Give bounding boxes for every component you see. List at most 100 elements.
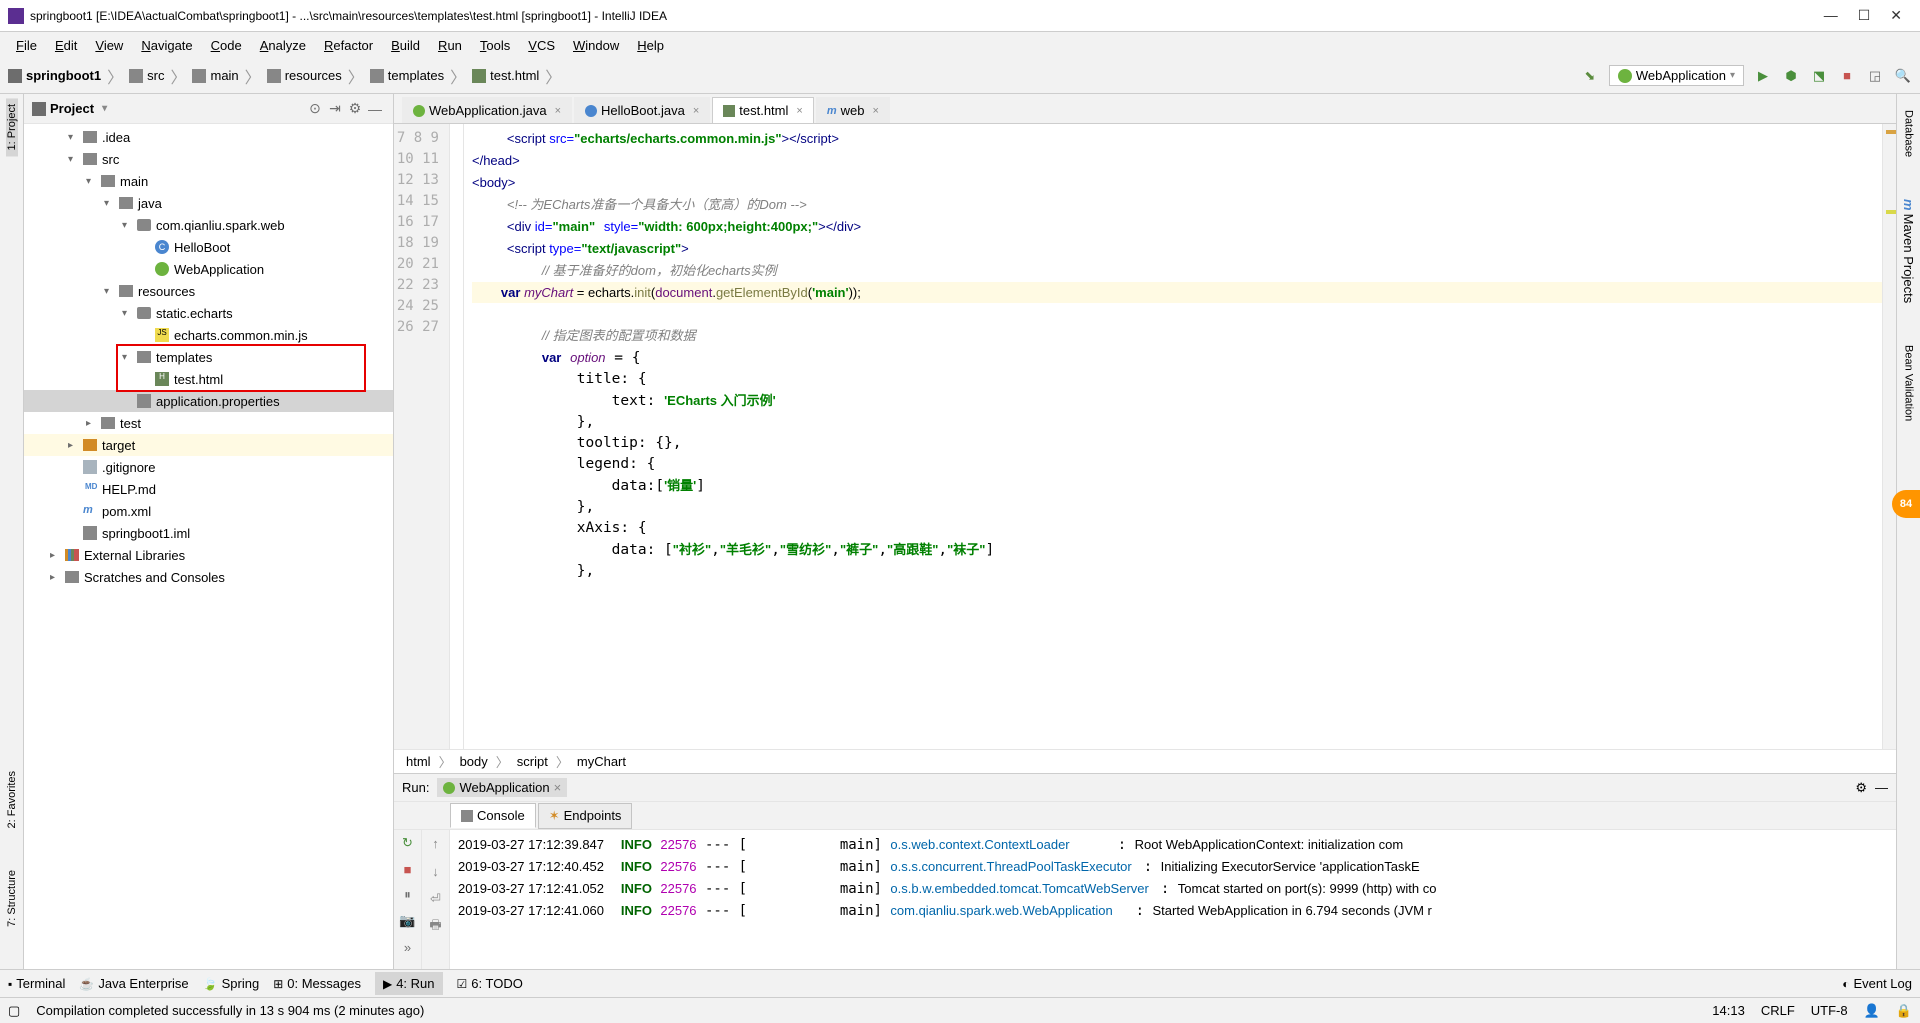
endpoints-tab[interactable]: ✶Endpoints bbox=[538, 803, 633, 829]
inspection-icon[interactable]: 👤 bbox=[1864, 1003, 1880, 1019]
dump-icon[interactable]: 📷 bbox=[399, 912, 417, 930]
scroll-to-source-icon[interactable]: ⊙ bbox=[305, 100, 325, 117]
tree-item[interactable]: application.properties bbox=[24, 390, 393, 412]
breadcrumb-item[interactable]: test.html bbox=[472, 68, 539, 83]
line-ending[interactable]: CRLF bbox=[1761, 1003, 1795, 1018]
close-tab-icon[interactable]: × bbox=[868, 105, 878, 117]
fold-gutter[interactable] bbox=[450, 124, 464, 749]
tree-item[interactable]: ▾resources bbox=[24, 280, 393, 302]
up-icon[interactable]: ↑ bbox=[427, 834, 445, 852]
tab-structure[interactable]: 7: Structure bbox=[6, 864, 18, 933]
maximize-button[interactable]: ☐ bbox=[1858, 7, 1871, 24]
breadcrumb-item[interactable]: src bbox=[129, 68, 164, 83]
menu-analyze[interactable]: Analyze bbox=[252, 36, 314, 55]
tree-item[interactable]: mpom.xml bbox=[24, 500, 393, 522]
coverage-button[interactable]: ⬔ bbox=[1810, 67, 1828, 85]
tree-item[interactable]: ▾java bbox=[24, 192, 393, 214]
run-button[interactable]: ▶ bbox=[1754, 67, 1772, 85]
run-config-tab[interactable]: WebApplication × bbox=[437, 778, 567, 797]
stop-button[interactable]: ■ bbox=[1838, 67, 1856, 85]
editor-tab[interactable]: test.html× bbox=[712, 97, 814, 123]
console-tab[interactable]: Console bbox=[450, 803, 536, 828]
run-hide-icon[interactable]: — bbox=[1875, 780, 1888, 795]
rerun-icon[interactable]: ↻ bbox=[399, 834, 417, 852]
promo-badge[interactable]: 84 bbox=[1892, 490, 1920, 518]
editor-marker-bar[interactable] bbox=[1882, 124, 1896, 749]
tree-item[interactable]: ▸Scratches and Consoles bbox=[24, 566, 393, 588]
tree-item[interactable]: ▸test bbox=[24, 412, 393, 434]
more-icon[interactable]: » bbox=[399, 938, 417, 956]
todo-tab[interactable]: ☑ 6: TODO bbox=[457, 976, 523, 991]
editor-crumb[interactable]: script bbox=[517, 754, 548, 769]
java-ee-tab[interactable]: ☕ Java Enterprise bbox=[79, 976, 188, 991]
menu-view[interactable]: View bbox=[87, 36, 131, 55]
code-editor[interactable]: <script src="echarts/echarts.common.min.… bbox=[464, 124, 1882, 749]
run-tab[interactable]: ▶ 4: Run bbox=[375, 972, 443, 995]
breadcrumb-item[interactable]: main bbox=[192, 68, 238, 83]
minimize-button[interactable]: ― bbox=[1824, 7, 1838, 24]
close-tab-icon[interactable]: × bbox=[689, 105, 699, 117]
close-tab-icon[interactable]: × bbox=[792, 105, 802, 117]
vcs-icon[interactable]: ◲ bbox=[1866, 67, 1884, 85]
tree-item[interactable]: ▾com.qianliu.spark.web bbox=[24, 214, 393, 236]
spring-tab[interactable]: 🍃 Spring bbox=[203, 976, 260, 991]
editor-crumb[interactable]: myChart bbox=[577, 754, 626, 769]
menu-tools[interactable]: Tools bbox=[472, 36, 518, 55]
editor-crumb[interactable]: body bbox=[460, 754, 488, 769]
down-icon[interactable]: ↓ bbox=[427, 862, 445, 880]
tree-item[interactable]: ▾.idea bbox=[24, 126, 393, 148]
menu-run[interactable]: Run bbox=[430, 36, 470, 55]
tree-item[interactable]: springboot1.iml bbox=[24, 522, 393, 544]
tree-item[interactable]: ▾src bbox=[24, 148, 393, 170]
terminal-tab[interactable]: ▪ Terminal bbox=[8, 976, 65, 991]
print-icon[interactable]: 🖶 bbox=[427, 918, 445, 936]
project-panel-title[interactable]: Project bbox=[32, 101, 107, 116]
build-icon[interactable]: ⬊ bbox=[1581, 67, 1599, 85]
menu-window[interactable]: Window bbox=[565, 36, 627, 55]
tree-item[interactable]: ▾templates bbox=[24, 346, 393, 368]
messages-tab[interactable]: ⊞ 0: Messages bbox=[273, 976, 361, 991]
tree-item[interactable]: MDHELP.md bbox=[24, 478, 393, 500]
lock-icon[interactable]: 🔒 bbox=[1896, 1003, 1912, 1019]
tree-item[interactable]: ▸External Libraries bbox=[24, 544, 393, 566]
menu-build[interactable]: Build bbox=[383, 36, 428, 55]
menu-code[interactable]: Code bbox=[203, 36, 250, 55]
debug-button[interactable]: ⬢ bbox=[1782, 67, 1800, 85]
wrap-icon[interactable]: ⏎ bbox=[427, 890, 445, 908]
search-icon[interactable]: 🔍 bbox=[1894, 67, 1912, 85]
tab-favorites[interactable]: 2: Favorites bbox=[6, 765, 18, 834]
breadcrumb-item[interactable]: resources bbox=[267, 68, 342, 83]
editor-tab[interactable]: WebApplication.java× bbox=[402, 97, 572, 123]
tree-item[interactable]: ▸target bbox=[24, 434, 393, 456]
run-config-selector[interactable]: WebApplication ▾ bbox=[1609, 65, 1744, 86]
menu-navigate[interactable]: Navigate bbox=[133, 36, 200, 55]
tree-item[interactable]: WebApplication bbox=[24, 258, 393, 280]
tab-bean-validation[interactable]: Bean Validation bbox=[1903, 339, 1915, 427]
close-button[interactable]: ✕ bbox=[1890, 7, 1902, 24]
tree-item[interactable]: ▾static.echarts bbox=[24, 302, 393, 324]
editor-tab[interactable]: mweb× bbox=[816, 97, 890, 123]
tab-maven[interactable]: m Maven Projects bbox=[1901, 193, 1916, 309]
collapse-all-icon[interactable]: ⇥ bbox=[325, 100, 345, 117]
stop-icon[interactable]: ■ bbox=[399, 860, 417, 878]
caret-position[interactable]: 14:13 bbox=[1712, 1003, 1745, 1018]
event-log-tab[interactable]: ◐ Event Log bbox=[1842, 976, 1912, 991]
menu-edit[interactable]: Edit bbox=[47, 36, 85, 55]
editor-breadcrumbs[interactable]: html〉body〉script〉myChart bbox=[394, 749, 1896, 773]
tree-item[interactable]: JSecharts.common.min.js bbox=[24, 324, 393, 346]
tree-item[interactable]: .gitignore bbox=[24, 456, 393, 478]
close-tab-icon[interactable]: × bbox=[551, 105, 561, 117]
tab-project[interactable]: 1: Project bbox=[6, 98, 18, 156]
menu-refactor[interactable]: Refactor bbox=[316, 36, 381, 55]
console-output[interactable]: 2019-03-27 17:12:39.847 INFO 22576 --- [… bbox=[450, 830, 1896, 969]
editor-tab[interactable]: HelloBoot.java× bbox=[574, 97, 710, 123]
file-encoding[interactable]: UTF-8 bbox=[1811, 1003, 1848, 1018]
tree-item[interactable]: ▾main bbox=[24, 170, 393, 192]
tab-database[interactable]: Database bbox=[1903, 104, 1915, 163]
editor-crumb[interactable]: html bbox=[406, 754, 431, 769]
tree-item[interactable]: CHelloBoot bbox=[24, 236, 393, 258]
menu-help[interactable]: Help bbox=[629, 36, 672, 55]
breadcrumb-item[interactable]: springboot1 bbox=[8, 68, 101, 83]
hide-panel-icon[interactable]: — bbox=[365, 101, 385, 117]
tree-item[interactable]: Htest.html bbox=[24, 368, 393, 390]
